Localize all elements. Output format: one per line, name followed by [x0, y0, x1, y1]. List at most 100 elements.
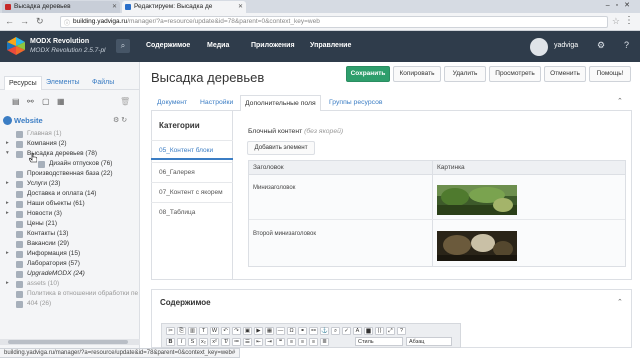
align-center-icon[interactable]: ≡: [298, 338, 307, 346]
browser-menu-icon[interactable]: ⋮: [624, 15, 634, 26]
remove-format-icon[interactable]: T̸: [221, 338, 230, 346]
context-tools-icon[interactable]: ⚙ ↻: [113, 116, 127, 124]
expand-arrow-icon[interactable]: ▾: [6, 150, 9, 156]
numbered-list-icon[interactable]: ≔: [232, 338, 241, 346]
duplicate-button[interactable]: Копировать: [393, 66, 441, 82]
row-title[interactable]: Второй минизаголовок: [253, 231, 316, 237]
nav-extras[interactable]: Приложения: [251, 42, 295, 49]
save-button[interactable]: Сохранить: [346, 66, 390, 82]
bold-icon[interactable]: B: [166, 338, 175, 346]
nav-manage[interactable]: Управление: [310, 42, 351, 49]
expand-arrow-icon[interactable]: ▸: [6, 250, 9, 256]
browser-tab-2[interactable]: Редактируем: Высадка де ✕: [122, 1, 246, 13]
tab-tvs[interactable]: Дополнительные поля: [240, 95, 321, 111]
paste-text-icon[interactable]: T: [199, 327, 208, 335]
find-icon[interactable]: ⌕: [331, 327, 340, 335]
strike-icon[interactable]: S: [188, 338, 197, 346]
outdent-icon[interactable]: ⇤: [254, 338, 263, 346]
window-controls[interactable]: –▫✕: [606, 1, 636, 9]
undo-icon[interactable]: ↶: [221, 327, 230, 335]
category-anchor-content[interactable]: 07_Контент с якорем: [151, 182, 233, 202]
subscript-icon[interactable]: x₂: [199, 338, 208, 346]
align-left-icon[interactable]: ≡: [287, 338, 296, 346]
nav-content[interactable]: Содержимое: [146, 42, 190, 49]
category-content-blocks[interactable]: 05_Контент блоки: [151, 140, 233, 160]
about-icon[interactable]: ?: [397, 327, 406, 335]
browser-tab-1[interactable]: Высадка деревьев ✕: [2, 1, 120, 13]
format-select[interactable]: Абзац: [406, 337, 452, 346]
url-input[interactable]: ⓘ building.yadviga.ru/manager/?a=resourc…: [60, 16, 608, 28]
special-char-icon[interactable]: Ω: [287, 327, 296, 335]
expand-arrow-icon[interactable]: ▸: [6, 210, 9, 216]
maximize-icon[interactable]: ⤢: [386, 327, 395, 335]
modx-logo-icon[interactable]: [6, 36, 26, 56]
spellcheck-icon[interactable]: ✓: [342, 327, 351, 335]
reload-icon[interactable]: ↻: [36, 16, 44, 27]
text-color-icon[interactable]: A: [353, 327, 362, 335]
collapse-icon[interactable]: ⌃: [617, 97, 623, 105]
unlink-icon[interactable]: ⚯: [309, 327, 318, 335]
context-website[interactable]: Website: [14, 116, 43, 125]
anchor-icon[interactable]: ⚓: [320, 327, 329, 335]
trash-icon[interactable]: 🗑: [120, 97, 130, 107]
link-icon[interactable]: ⚭: [298, 327, 307, 335]
source-icon[interactable]: ⟨⟩: [375, 327, 384, 335]
bg-color-icon[interactable]: ▆: [364, 327, 373, 335]
gear-icon[interactable]: ⚙: [597, 40, 605, 51]
help-button[interactable]: Помощь!: [589, 66, 631, 82]
column-image[interactable]: Картинка: [437, 164, 465, 171]
image-icon[interactable]: ▣: [243, 327, 252, 335]
expand-arrow-icon[interactable]: ▸: [6, 180, 9, 186]
bookmark-star-icon[interactable]: ☆: [612, 16, 620, 27]
hr-icon[interactable]: —: [276, 327, 285, 335]
view-button[interactable]: Просмотреть: [489, 66, 541, 82]
tab-resources[interactable]: Ресурсы: [4, 76, 42, 90]
tab-files[interactable]: Файлы: [92, 79, 114, 86]
category-gallery[interactable]: 06_Галерея: [151, 162, 233, 182]
nav-media[interactable]: Медиа: [207, 42, 229, 49]
forward-icon[interactable]: →: [20, 16, 29, 26]
tree-scrollbar[interactable]: [0, 339, 140, 345]
indent-icon[interactable]: ⇥: [265, 338, 274, 346]
tab-resource-groups[interactable]: Группы ресурсов: [329, 99, 382, 106]
weblink-icon[interactable]: ⚯: [27, 97, 36, 107]
avatar[interactable]: [530, 38, 548, 56]
tab-document[interactable]: Документ: [157, 99, 187, 106]
symlink-icon[interactable]: ▢: [42, 97, 51, 107]
tab-settings[interactable]: Настройки: [200, 99, 233, 106]
collapse-icon[interactable]: ⌃: [617, 298, 623, 306]
redo-icon[interactable]: ↷: [232, 327, 241, 335]
new-document-icon[interactable]: ▤: [12, 97, 21, 107]
close-tab-icon[interactable]: ✕: [238, 3, 243, 10]
row-image-thumbnail[interactable]: [437, 231, 517, 261]
close-tab-icon[interactable]: ✕: [112, 3, 117, 10]
search-icon[interactable]: ⌕: [116, 39, 130, 53]
username[interactable]: yadviga: [554, 42, 578, 49]
cancel-button[interactable]: Отменить: [544, 66, 586, 82]
category-table[interactable]: 08_Таблица: [151, 202, 233, 222]
blockquote-icon[interactable]: ❝: [276, 338, 285, 346]
scrollbar-thumb[interactable]: [8, 340, 128, 344]
expand-arrow-icon[interactable]: ▸: [6, 280, 9, 286]
cut-icon[interactable]: ✂: [166, 327, 175, 335]
media-icon[interactable]: ▶: [254, 327, 263, 335]
expand-arrow-icon[interactable]: ▸: [6, 200, 9, 206]
static-resource-icon[interactable]: ▦: [57, 97, 66, 107]
row-title[interactable]: Минизаголовок: [253, 185, 295, 191]
back-icon[interactable]: ←: [5, 16, 14, 26]
table-icon[interactable]: ▦: [265, 327, 274, 335]
align-right-icon[interactable]: ≡: [309, 338, 318, 346]
help-icon[interactable]: ?: [624, 40, 629, 50]
paste-icon[interactable]: ▥: [188, 327, 197, 335]
add-element-button[interactable]: Добавить элемент: [247, 141, 315, 155]
delete-button[interactable]: Удалить: [444, 66, 486, 82]
paste-word-icon[interactable]: W: [210, 327, 219, 335]
bullet-list-icon[interactable]: ☰: [243, 338, 252, 346]
row-image-thumbnail[interactable]: [437, 185, 517, 215]
tab-elements[interactable]: Элементы: [46, 79, 80, 86]
italic-icon[interactable]: I: [177, 338, 186, 346]
column-title[interactable]: Заголовок: [253, 164, 284, 171]
copy-icon[interactable]: ⎘: [177, 327, 186, 335]
align-justify-icon[interactable]: ≣: [320, 338, 329, 346]
expand-arrow-icon[interactable]: ▸: [6, 140, 9, 146]
